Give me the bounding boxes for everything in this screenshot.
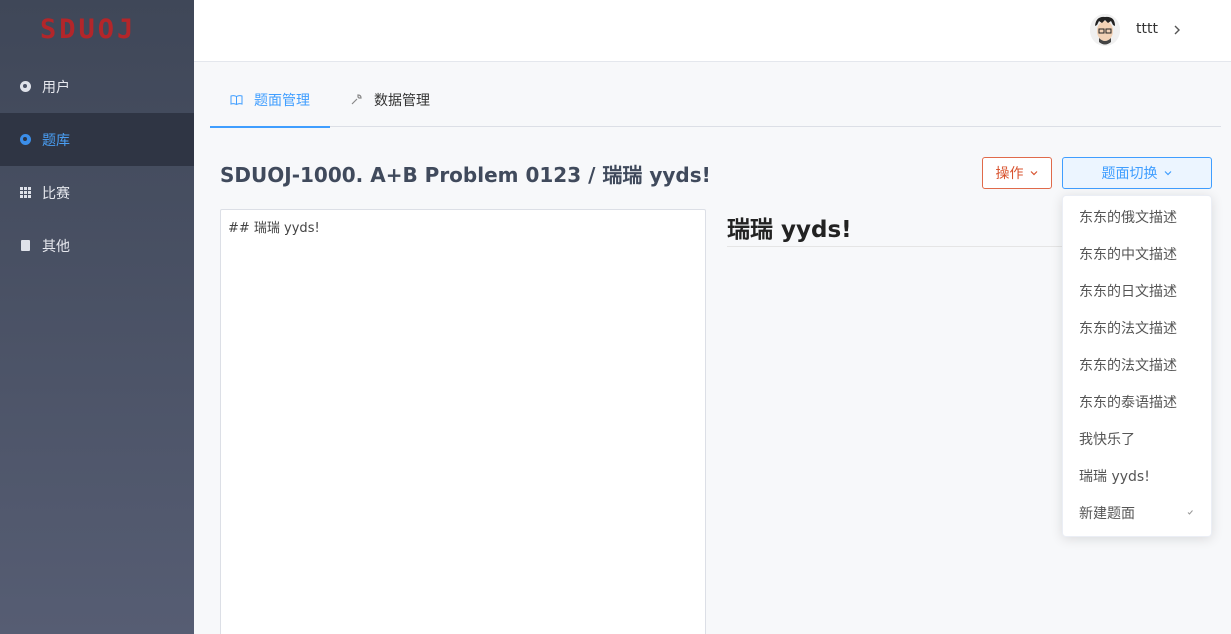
chevron-down-icon (1164, 171, 1171, 176)
statement-switch-label: 题面切换 (1101, 166, 1158, 182)
dropdown-item[interactable]: 我快乐了 (1063, 420, 1211, 457)
sidebar-item-users[interactable]: 用户 (0, 60, 194, 113)
tab-bar: 题面管理 数据管理 (210, 72, 1221, 128)
user-circle-icon (20, 81, 31, 92)
dropdown-item-label: 瑞瑞 yyds! (1079, 468, 1150, 485)
tab-label: 数据管理 (374, 92, 430, 109)
tab-active-indicator (210, 126, 330, 128)
statement-switch-button[interactable]: 题面切换 (1062, 157, 1212, 189)
sidebar-item-contests[interactable]: 比赛 (0, 166, 194, 219)
check-icon (1187, 510, 1193, 515)
chevron-right-icon[interactable] (1171, 24, 1183, 36)
preview-heading: 瑞瑞 yyds! (727, 217, 852, 243)
app-logo[interactable]: SDUOJ (40, 14, 140, 45)
dropdown-item[interactable]: 东东的日文描述 (1063, 272, 1211, 309)
sidebar-item-label: 其他 (42, 238, 70, 255)
dropdown-item[interactable]: 东东的法文描述 (1063, 309, 1211, 346)
operate-button-label: 操作 (995, 166, 1024, 182)
dropdown-item-label: 新建题面 (1079, 505, 1135, 522)
sidebar-item-label: 题库 (42, 132, 70, 149)
chevron-down-icon (1030, 171, 1037, 176)
page-title: SDUOJ-1000. A+B Problem 0123 / 瑞瑞 yyds! (220, 163, 711, 187)
document-icon (20, 240, 31, 251)
statement-dropdown-menu: 东东的俄文描述 东东的中文描述 东东的日文描述 东东的法文描述 东东的法文描述 … (1062, 195, 1212, 537)
logo-text: SDUOJ (40, 14, 137, 45)
dropdown-item-label: 我快乐了 (1079, 431, 1135, 448)
tab-data[interactable]: 数据管理 (350, 72, 430, 127)
dropdown-item[interactable]: 东东的中文描述 (1063, 235, 1211, 272)
sidebar-item-problems[interactable]: 题库 (0, 113, 194, 166)
dropdown-item[interactable]: 东东的法文描述 (1063, 346, 1211, 383)
dropdown-item[interactable]: 瑞瑞 yyds! (1063, 457, 1211, 494)
dropdown-item-label: 东东的俄文描述 (1079, 209, 1177, 226)
book-icon (230, 95, 243, 106)
dropdown-item-label: 东东的法文描述 (1079, 320, 1177, 337)
sidebar: SDUOJ 用户 题库 比赛 其他 (0, 0, 194, 634)
dropdown-item-label: 东东的日文描述 (1079, 283, 1177, 300)
tab-label: 题面管理 (254, 92, 310, 109)
avatar[interactable] (1090, 14, 1120, 46)
dropdown-item[interactable]: 东东的泰语描述 (1063, 383, 1211, 420)
sidebar-item-label: 比赛 (42, 185, 70, 202)
grid-icon (20, 187, 31, 198)
dropdown-item-label: 东东的泰语描述 (1079, 394, 1177, 411)
dropdown-item[interactable]: 东东的俄文描述 (1063, 198, 1211, 235)
wrench-icon (351, 94, 362, 105)
username[interactable]: tttt (1136, 21, 1158, 37)
top-header: tttt (194, 0, 1231, 62)
preview-divider (727, 246, 1067, 247)
operate-button[interactable]: 操作 (982, 157, 1052, 189)
sidebar-item-label: 用户 (42, 79, 70, 96)
problem-circle-icon (20, 134, 31, 145)
markdown-editor[interactable] (220, 209, 706, 634)
sidebar-menu: 用户 题库 比赛 其他 (0, 60, 194, 272)
dropdown-item-new-statement[interactable]: 新建题面 (1063, 494, 1211, 531)
sidebar-item-other[interactable]: 其他 (0, 219, 194, 272)
dropdown-item-label: 东东的中文描述 (1079, 246, 1177, 263)
tab-statement[interactable]: 题面管理 (210, 72, 330, 128)
dropdown-item-label: 东东的法文描述 (1079, 357, 1177, 374)
